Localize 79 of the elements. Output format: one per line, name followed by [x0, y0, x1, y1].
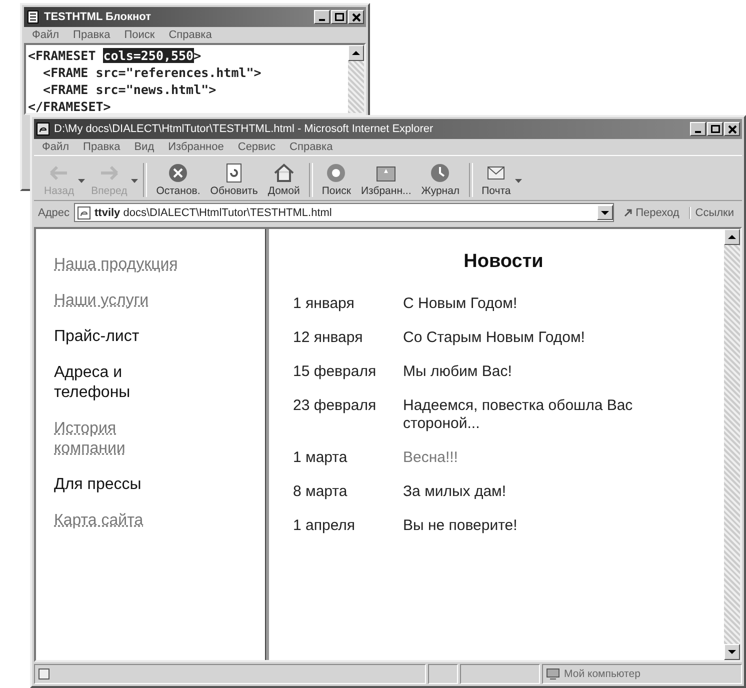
menu-item[interactable]: Правка: [73, 29, 110, 41]
nav-link[interactable]: Карта сайта: [54, 511, 144, 531]
links-button[interactable]: Ссылки: [689, 206, 738, 218]
code-line: <FRAME src="references.html">: [42, 64, 262, 81]
news-date: 23 февраля: [293, 397, 378, 416]
nav-text: Адреса и телефоны: [54, 363, 132, 403]
page-icon: [76, 206, 90, 220]
news-date: 15 февраля: [293, 363, 378, 381]
scrollbar[interactable]: [724, 229, 740, 660]
arrow-icon: [624, 208, 634, 218]
nav-link[interactable]: Наши услуги: [54, 291, 149, 311]
nav-link[interactable]: История компании: [54, 419, 184, 459]
news-text: Мы любим Вас!: [403, 363, 513, 381]
nav-text: Прайс-лист: [54, 327, 140, 347]
close-icon: [352, 12, 360, 22]
menu-item[interactable]: Файл: [32, 29, 60, 41]
code-line: <FRAME src="news.html">: [42, 81, 218, 98]
window-title: D:\My docs\DIALECT\HtmlTutor\TESTHTML.html - Microsoft Internet Explorer: [54, 123, 434, 135]
menu-item[interactable]: Сервис: [238, 141, 276, 153]
close-button[interactable]: [348, 10, 364, 24]
menu-item[interactable]: Избранное: [168, 141, 224, 153]
caret-icon: [131, 179, 138, 183]
page-status-icon: [38, 668, 50, 680]
dropdown-caret-icon: [600, 210, 609, 216]
go-button[interactable]: Переход: [618, 206, 686, 218]
menu-item[interactable]: Правка: [83, 141, 120, 153]
news-text: Надеемся, повестка обошла Вас стороной...: [403, 397, 633, 433]
nav-text: Для прессы: [54, 475, 142, 495]
news-heading: Новости: [462, 251, 544, 273]
status-pane: [428, 664, 458, 684]
toolbar-button[interactable]: Поиск: [318, 161, 355, 197]
address-label: Адрес: [38, 206, 70, 218]
caret-icon: [78, 179, 86, 183]
minimize-button[interactable]: [690, 122, 706, 136]
maximize-icon: [710, 125, 720, 133]
news-date: 1 января: [293, 295, 356, 313]
minimize-button[interactable]: [314, 10, 330, 24]
menu-item[interactable]: Справка: [290, 141, 333, 153]
zone-label: Мой компьютер: [564, 668, 640, 680]
toolbar-button[interactable]: Почта: [478, 161, 515, 197]
news-text: За милых дам!: [403, 483, 508, 501]
news-text: Со Старым Новым Годом!: [403, 329, 586, 347]
computer-icon: [546, 668, 560, 680]
news-date: 1 марта: [293, 449, 348, 467]
news-link[interactable]: Весна!!!: [403, 449, 633, 467]
menu-item[interactable]: Поиск: [124, 29, 155, 41]
minimize-icon: [695, 131, 701, 133]
minimize-icon: [319, 19, 325, 21]
menu-item[interactable]: Справка: [168, 29, 212, 41]
toolbar-button[interactable]: Обновить: [206, 161, 262, 197]
maximize-icon: [334, 13, 344, 21]
menu-item[interactable]: Вид: [134, 141, 154, 153]
caret-icon: [514, 179, 522, 183]
maximize-button[interactable]: [707, 122, 723, 136]
window-title: TESTHTML Блокнот: [44, 11, 152, 23]
news-date: 1 апреля: [293, 517, 356, 535]
toolbar-button[interactable]: Избранн...: [356, 161, 416, 197]
nav-link[interactable]: Наша продукция: [54, 255, 178, 275]
news-date: 8 марта: [293, 483, 348, 501]
maximize-button[interactable]: [331, 10, 347, 24]
address-field[interactable]: ttvily docs\DIALECT\HtmlTutor\TESTHTML.html: [74, 203, 614, 222]
code-line: <FRAMESET cols=250,550>: [28, 47, 202, 64]
scrollbar[interactable]: [348, 45, 364, 113]
close-button[interactable]: [724, 122, 740, 136]
home-icon: [272, 161, 296, 185]
toolbar-button[interactable]: Журнал: [417, 161, 464, 197]
news-date: 12 января: [293, 329, 364, 347]
code-line: </FRAMESET>: [28, 98, 112, 113]
toolbar-button[interactable]: Останов.: [152, 161, 204, 197]
toolbar-button[interactable]: Домой: [264, 161, 304, 197]
scroll-up-icon: [352, 50, 360, 56]
browser-page-icon: [36, 122, 50, 136]
menu-item[interactable]: Файл: [42, 141, 70, 153]
scroll-down-icon: [728, 649, 736, 655]
close-icon: [728, 124, 736, 134]
news-text: Вы не поверите!: [403, 517, 518, 535]
scroll-up-icon: [728, 234, 736, 240]
news-text: С Новым Годом!: [403, 295, 518, 313]
notepad-icon: [26, 10, 40, 24]
